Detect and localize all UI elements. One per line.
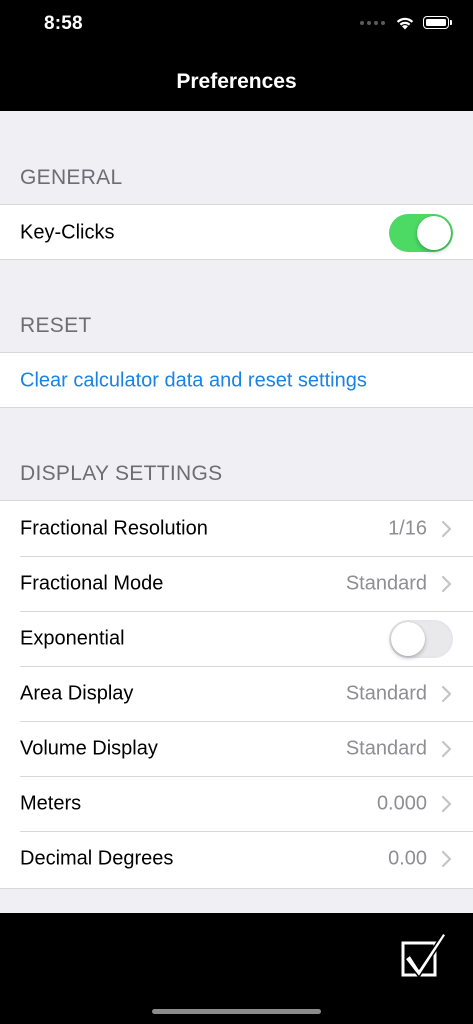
page-title: Preferences: [176, 70, 297, 93]
exponential-label: Exponential: [20, 627, 125, 649]
section-header-reset: RESET: [20, 314, 92, 337]
volume-display-label: Volume Display: [20, 737, 158, 759]
reset-group: Clear calculator data and reset settings: [0, 352, 473, 408]
key-clicks-toggle[interactable]: [389, 213, 453, 252]
chevron-right-icon: [441, 575, 452, 592]
fractional-mode-value: Standard: [345, 572, 427, 594]
area-display-row[interactable]: Area Display Standard: [0, 666, 473, 721]
decimal-degrees-row[interactable]: Decimal Degrees 0.00: [0, 831, 473, 886]
fractional-mode-label: Fractional Mode: [20, 572, 164, 594]
chevron-right-icon: [441, 685, 452, 702]
section-header-general: GENERAL: [20, 166, 123, 189]
chevron-right-icon: [441, 850, 452, 867]
meters-value: 0.000: [376, 792, 427, 814]
area-display-value: Standard: [345, 682, 427, 704]
decimal-degrees-value: 0.00: [388, 847, 427, 869]
key-clicks-row: Key-Clicks: [0, 205, 473, 260]
preferences-screen: 8:58 Preferences GENERAL Key-Clicks RESE…: [0, 0, 473, 1024]
decimal-degrees-label: Decimal Degrees: [20, 847, 174, 869]
clear-data-row[interactable]: Clear calculator data and reset settings: [0, 353, 473, 408]
battery-icon: [423, 16, 452, 29]
volume-display-value: Standard: [345, 737, 427, 759]
display-settings-group: Fractional Resolution 1/16 Fractional Mo…: [0, 500, 473, 889]
meters-row[interactable]: Meters 0.000: [0, 776, 473, 831]
meters-label: Meters: [20, 792, 82, 814]
fractional-resolution-row[interactable]: Fractional Resolution 1/16: [0, 501, 473, 556]
volume-display-row[interactable]: Volume Display Standard: [0, 721, 473, 776]
fractional-resolution-label: Fractional Resolution: [20, 517, 208, 539]
general-group: Key-Clicks: [0, 204, 473, 260]
section-header-display-settings: DISPLAY SETTINGS: [20, 462, 223, 485]
key-clicks-label: Key-Clicks: [20, 221, 115, 243]
fractional-mode-row[interactable]: Fractional Mode Standard: [0, 556, 473, 611]
toggle-knob: [417, 215, 451, 250]
toggle-knob: [391, 621, 425, 656]
area-display-label: Area Display: [20, 682, 134, 704]
fractional-resolution-value: 1/16: [388, 517, 427, 539]
home-indicator: [152, 1009, 321, 1014]
chevron-right-icon: [441, 795, 452, 812]
clear-data-reset-link[interactable]: Clear calculator data and reset settings: [20, 369, 367, 392]
cellular-signal-icon: [360, 20, 385, 25]
status-time: 8:58: [44, 13, 83, 34]
bottom-toolbar: [0, 913, 473, 1024]
status-icons: [360, 15, 452, 30]
navigation-bar: 8:58 Preferences: [0, 0, 473, 111]
exponential-toggle[interactable]: [389, 619, 453, 658]
wifi-icon: [396, 17, 414, 30]
chevron-right-icon: [441, 740, 452, 757]
exponential-row: Exponential: [0, 611, 473, 666]
chevron-right-icon: [441, 520, 452, 537]
checkbox-check-icon[interactable]: [399, 929, 449, 981]
